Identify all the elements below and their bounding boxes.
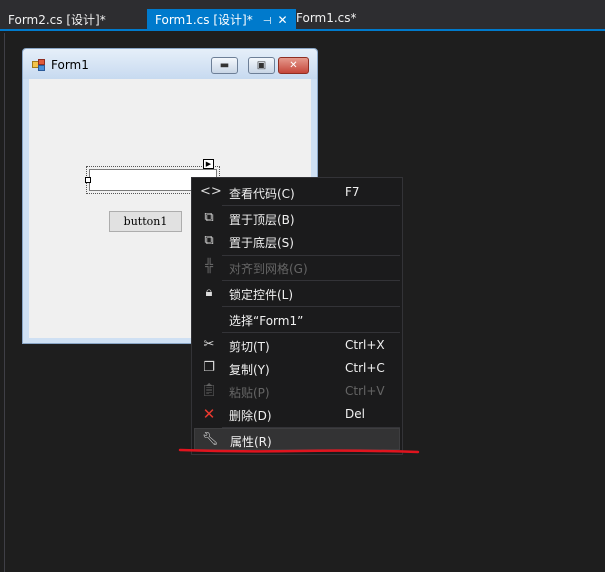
menu-separator bbox=[222, 332, 400, 333]
menu-item-select-form1[interactable]: 选择“Form1” bbox=[194, 308, 400, 330]
active-tab-underline bbox=[0, 29, 605, 31]
form-icon bbox=[32, 59, 45, 71]
menu-item-label: 粘贴(P) bbox=[229, 386, 270, 400]
context-menu: <> 查看代码(C) F7 ⧉ 置于顶层(B) ⧉ 置于底层(S) ╬ 对齐到网… bbox=[191, 177, 403, 455]
menu-item-label: 查看代码(C) bbox=[229, 187, 295, 201]
document-tab-strip: Form2.cs [设计]* Form1.cs [设计]* ⊣ ✕ Form1.cs… bbox=[0, 0, 605, 30]
menu-separator bbox=[222, 205, 400, 206]
menu-item-label: 删除(D) bbox=[229, 409, 272, 423]
delete-icon: ✕ bbox=[202, 405, 216, 423]
menu-item-label: 置于顶层(B) bbox=[229, 213, 295, 227]
bring-to-front-icon: ⧉ bbox=[204, 210, 214, 225]
form-close-button[interactable]: ✕ bbox=[278, 57, 309, 74]
menu-item-align-to-grid: ╬ 对齐到网格(G) bbox=[194, 256, 400, 278]
menu-item-cut[interactable]: ✂ 剪切(T) Ctrl+X bbox=[194, 334, 400, 356]
menu-separator bbox=[222, 306, 400, 307]
menu-item-delete[interactable]: ✕ 删除(D) Del bbox=[194, 403, 400, 425]
tab-form2-design[interactable]: Form2.cs [设计]* bbox=[0, 9, 114, 29]
cut-icon: ✂ bbox=[203, 337, 215, 352]
tab-label: Form1.cs [设计]* bbox=[155, 13, 253, 27]
menu-separator bbox=[222, 280, 400, 281]
minimize-button[interactable]: ▬ bbox=[211, 57, 238, 74]
menu-item-label: 置于底层(S) bbox=[229, 236, 294, 250]
maximize-icon: ▣ bbox=[256, 60, 267, 71]
menu-item-shortcut: F7 bbox=[345, 185, 360, 199]
close-icon[interactable]: ✕ bbox=[277, 13, 287, 27]
tab-form1-code[interactable]: Form1.cs* bbox=[288, 9, 365, 29]
lock-icon: 🔒︎ bbox=[205, 285, 213, 300]
align-to-grid-icon: ╬ bbox=[205, 259, 213, 274]
code-icon: <> bbox=[200, 184, 222, 199]
send-to-back-icon: ⧉ bbox=[204, 233, 214, 248]
menu-item-label: 对齐到网格(G) bbox=[229, 262, 308, 276]
red-annotation-underline bbox=[178, 448, 420, 454]
resize-handle-left[interactable] bbox=[85, 177, 91, 183]
menu-item-label: 剪切(T) bbox=[229, 340, 270, 354]
menu-item-paste: 📋︎ 粘贴(P) Ctrl+V bbox=[194, 380, 400, 402]
menu-item-shortcut: Ctrl+V bbox=[345, 384, 385, 398]
form-titlebar[interactable]: Form1 ▬ ▣ ✕ bbox=[23, 49, 317, 79]
menu-item-label: 选择“Form1” bbox=[229, 314, 304, 328]
menu-item-view-code[interactable]: <> 查看代码(C) F7 bbox=[194, 181, 400, 203]
menu-item-label: 复制(Y) bbox=[229, 363, 270, 377]
button1[interactable]: button1 bbox=[109, 211, 182, 232]
menu-item-shortcut: Ctrl+X bbox=[345, 338, 385, 352]
menu-item-copy[interactable]: ❐ 复制(Y) Ctrl+C bbox=[194, 357, 400, 379]
menu-item-lock-controls[interactable]: 🔒︎ 锁定控件(L) bbox=[194, 282, 400, 304]
menu-item-shortcut: Ctrl+C bbox=[345, 361, 385, 375]
minimize-icon: ▬ bbox=[219, 60, 230, 71]
smart-tag-arrow-icon[interactable]: ▶ bbox=[203, 159, 214, 169]
paste-icon: 📋︎ bbox=[200, 383, 218, 398]
menu-item-label: 锁定控件(L) bbox=[229, 288, 294, 302]
close-icon: ✕ bbox=[289, 60, 298, 71]
menu-item-shortcut: Del bbox=[345, 407, 365, 421]
menu-item-send-to-back[interactable]: ⧉ 置于底层(S) bbox=[194, 230, 400, 252]
copy-icon: ❐ bbox=[203, 360, 215, 375]
pin-icon[interactable]: ⊣ bbox=[263, 16, 272, 27]
menu-item-bring-to-front[interactable]: ⧉ 置于顶层(B) bbox=[194, 207, 400, 229]
maximize-button[interactable]: ▣ bbox=[248, 57, 275, 74]
form-title: Form1 bbox=[51, 58, 89, 72]
tab-label: Form1.cs* bbox=[296, 11, 357, 25]
tab-label: Form2.cs [设计]* bbox=[8, 13, 106, 27]
tab-form1-design[interactable]: Form1.cs [设计]* ⊣ ✕ bbox=[147, 9, 296, 29]
